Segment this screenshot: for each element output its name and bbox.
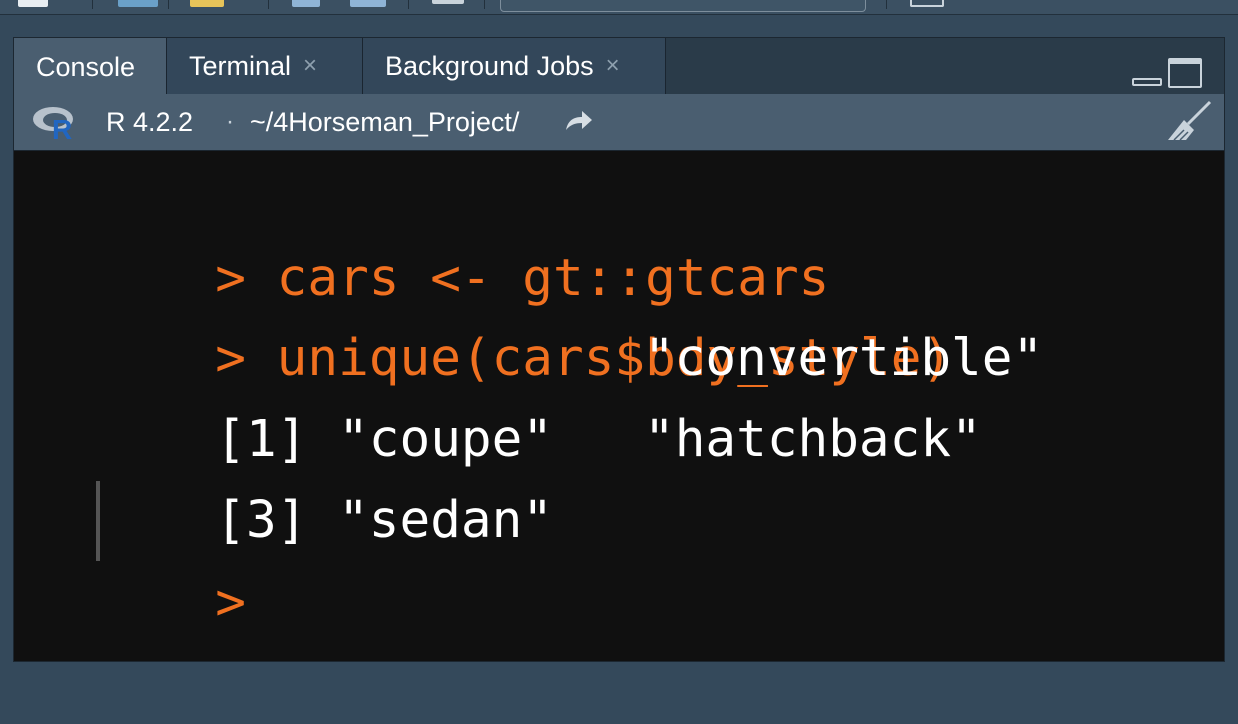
text-cursor bbox=[96, 481, 100, 561]
save-icon[interactable] bbox=[292, 0, 320, 7]
arrow-forward-icon[interactable] bbox=[564, 108, 594, 134]
path-separator: · bbox=[226, 108, 234, 135]
toolbar-divider bbox=[92, 0, 93, 9]
window-bottom-edge bbox=[0, 662, 1238, 682]
print-icon[interactable] bbox=[432, 0, 464, 4]
main-toolbar bbox=[0, 0, 1238, 15]
output-value: "convertible" bbox=[644, 329, 1044, 388]
close-icon[interactable]: × bbox=[606, 52, 620, 80]
minimize-icon[interactable] bbox=[1132, 78, 1162, 86]
toolbar-divider bbox=[886, 0, 887, 9]
output-value: "sedan" bbox=[338, 491, 554, 550]
console-output[interactable]: > cars <- gt::gtcars > unique(cars$bdy_s… bbox=[14, 151, 1224, 661]
toolbar-divider bbox=[408, 0, 409, 9]
console-pathbar: R R 4.2.2 · ~/4Horseman_Project/ bbox=[14, 94, 1224, 151]
output-value: "hatchback" bbox=[644, 410, 982, 469]
new-project-icon[interactable] bbox=[118, 0, 158, 7]
toolbar-divider bbox=[484, 0, 485, 9]
save-all-icon[interactable] bbox=[350, 0, 386, 7]
tab-terminal[interactable]: Terminal × bbox=[167, 38, 363, 94]
tab-console-label: Console bbox=[36, 51, 136, 82]
working-directory: ~/4Horseman_Project/ bbox=[250, 106, 520, 137]
svg-text:R: R bbox=[52, 114, 72, 140]
maximize-icon[interactable] bbox=[1168, 58, 1202, 88]
toolbar-divider bbox=[168, 0, 169, 9]
toolbar-divider bbox=[268, 0, 269, 9]
tab-terminal-label: Terminal bbox=[189, 50, 292, 81]
r-version: R 4.2.2 bbox=[106, 106, 194, 137]
pane-window-controls bbox=[1132, 56, 1202, 88]
console-active-prompt: > bbox=[31, 481, 246, 724]
console-pane: Console Terminal × Background Jobs × R R… bbox=[13, 37, 1225, 662]
console-prompt: > bbox=[215, 573, 246, 632]
goto-file-search[interactable] bbox=[500, 0, 866, 12]
pane-layout-icon[interactable] bbox=[910, 0, 944, 7]
pane-tabbar: Console Terminal × Background Jobs × bbox=[14, 38, 1224, 96]
tab-console[interactable]: Console bbox=[14, 38, 167, 96]
broom-icon[interactable] bbox=[1164, 100, 1214, 144]
close-icon[interactable]: × bbox=[303, 52, 317, 80]
tab-background-jobs[interactable]: Background Jobs × bbox=[363, 38, 666, 94]
r-logo-icon: R bbox=[33, 107, 73, 140]
new-file-icon[interactable] bbox=[18, 0, 48, 7]
open-folder-icon[interactable] bbox=[190, 0, 224, 7]
tab-background-jobs-label: Background Jobs bbox=[385, 50, 594, 81]
